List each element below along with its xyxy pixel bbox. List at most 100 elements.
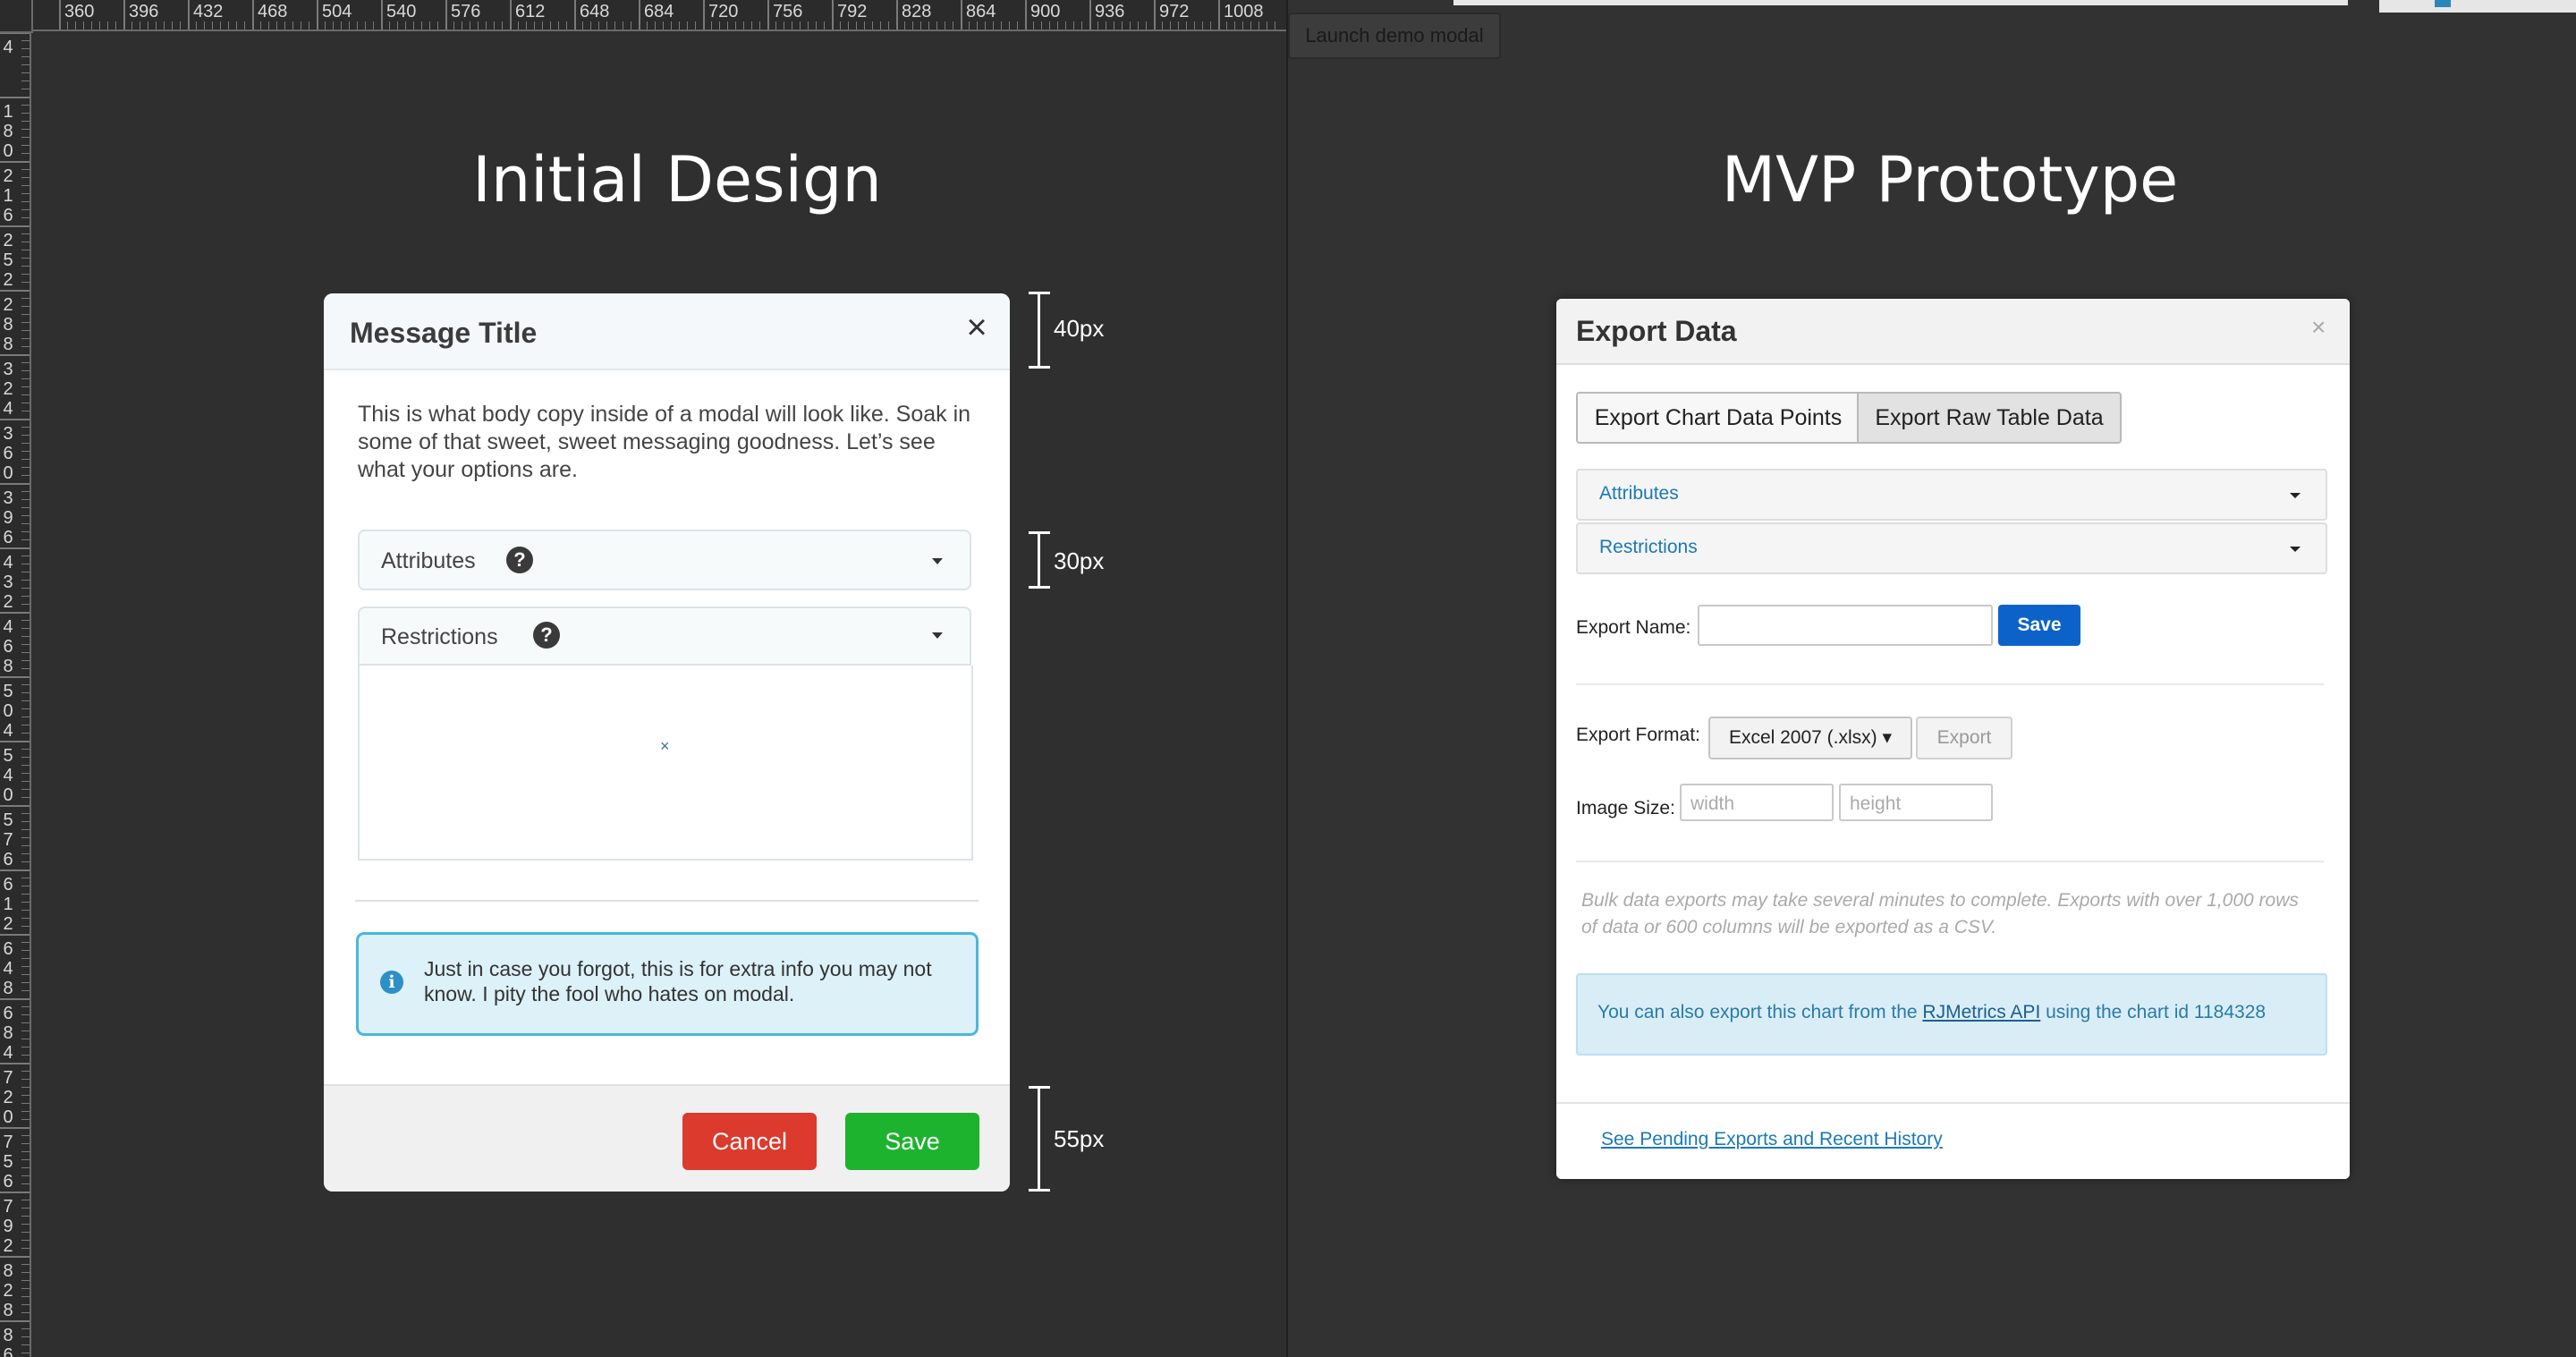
ruler-minor-tick [679,21,680,30]
export-name-input[interactable] [1698,605,1993,646]
ruler-minor-tick [711,21,712,30]
ruler-label: 756 [3,1132,13,1192]
rjmetrics-api-link[interactable]: RJMetrics API [1922,1002,2040,1022]
accordion-attributes[interactable]: Attributes ? [358,530,971,590]
ruler-minor-tick [21,628,30,629]
ruler-label: 972 [1159,2,1190,21]
ruler-tick [1089,0,1091,30]
ruler-minor-tick [566,21,567,30]
ruler-minor-tick [21,1240,30,1241]
chevron-down-icon [2290,493,2301,498]
ruler-minor-tick [1170,21,1171,30]
ruler-minor-tick [21,266,30,267]
ruler-minor-tick [494,21,495,30]
ruler-minor-tick [21,1135,30,1136]
help-icon[interactable]: ? [506,547,533,573]
help-icon[interactable]: ? [533,622,560,649]
ruler-minor-tick [21,427,30,428]
ruler-minor-tick [21,459,30,460]
ruler-minor-tick [1057,21,1058,30]
ruler-tick [1025,0,1027,30]
ruler-label: 684 [644,2,674,21]
ruler-minor-tick [759,21,760,30]
chevron-down-icon [932,632,943,639]
ruler-tick [832,0,834,30]
ruler-minor-tick [21,314,30,315]
ruler-minor-tick [99,21,100,30]
ruler-minor-tick [1194,21,1195,30]
ruler-label: 360 [64,2,95,21]
export-button[interactable]: Export [1916,717,2012,759]
ruler-label: 792 [837,2,868,21]
ruler-minor-tick [727,21,728,30]
ruler-minor-tick [800,21,801,30]
ruler-minor-tick [21,990,30,991]
ruler-label: 612 [515,2,546,21]
ruler-label: 324 [3,360,13,419]
pending-exports-link[interactable]: See Pending Exports and Recent History [1601,1129,1943,1150]
ruler-label: 432 [3,553,13,612]
ruler-minor-tick [131,21,132,30]
ruler-minor-tick [212,21,213,30]
ruler-minor-tick [341,21,342,30]
ruler-minor-tick [21,813,30,814]
ruler-minor-tick [21,1055,30,1056]
cancel-button[interactable]: Cancel [682,1113,817,1170]
accordion-attributes[interactable]: Attributes [1576,469,2327,521]
save-button[interactable]: Save [1998,605,2080,646]
ruler-label: 468 [3,617,13,676]
ruler-minor-tick [333,21,334,30]
ruler-minor-tick [21,1103,30,1104]
ruler-label: 216 [3,166,13,225]
ruler-tick [0,161,30,163]
ruler-minor-tick [21,1312,30,1313]
ruler-minor-tick [21,1280,30,1281]
ruler-tick [317,0,318,30]
ruler-tick [381,0,383,30]
accordion-restrictions[interactable]: Restrictions ? [358,606,971,666]
ruler-minor-tick [21,1175,30,1176]
ruler-minor-tick [21,217,30,218]
ruler-label: 432 [193,2,224,21]
ruler-minor-tick [21,845,30,846]
ruler-minor-tick [21,378,30,379]
ruler-minor-tick [1049,21,1050,30]
tab-export-raw-table-data[interactable]: Export Raw Table Data [1857,392,2122,444]
close-icon[interactable]: × [2311,313,2326,342]
info-alert-text: Just in case you forgot, this is for ext… [424,957,932,1005]
ruler-minor-tick [21,1006,30,1007]
export-format-select[interactable]: Excel 2007 (.xlsx) ▾ [1708,717,1912,759]
toolbar-indicator [2435,0,2451,7]
height-input[interactable]: height [1839,784,1993,821]
ruler-minor-tick [21,282,30,283]
ruler-minor-tick [518,21,519,30]
ruler-label: 360 [3,424,13,483]
ruler-tick [0,1063,30,1064]
ruler-label: 828 [3,1261,13,1320]
ruler-minor-tick [21,531,30,532]
tab-export-chart-data-points[interactable]: Export Chart Data Points [1576,392,1860,444]
close-icon[interactable]: × [961,310,993,345]
ruler-minor-tick [21,121,30,122]
ruler-minor-tick [1250,21,1251,30]
browser-address-bar [1453,0,2348,5]
ruler-label: 468 [258,2,288,21]
accordion-restrictions[interactable]: Restrictions [1576,522,2327,574]
ruler-minor-tick [21,346,30,347]
accordion-label: Restrictions [1599,537,1698,557]
ruler-minor-tick [550,21,551,30]
launch-demo-modal-button[interactable]: Launch demo modal [1288,13,1501,59]
divider [355,900,979,902]
save-button[interactable]: Save [845,1113,979,1170]
image-size-label: Image Size: [1576,798,1675,818]
dimension-label: 55px [1054,1125,1105,1152]
ruler-minor-tick [21,982,30,983]
ruler-label: 792 [3,1197,13,1256]
width-input[interactable]: width [1680,784,1834,821]
ruler-minor-tick [21,837,30,838]
ruler-tick [0,1256,30,1258]
ruler-minor-tick [21,918,30,919]
ruler-minor-tick [21,829,30,830]
ruler-minor-tick [21,894,30,895]
export-name-label: Export Name: [1576,617,1691,638]
